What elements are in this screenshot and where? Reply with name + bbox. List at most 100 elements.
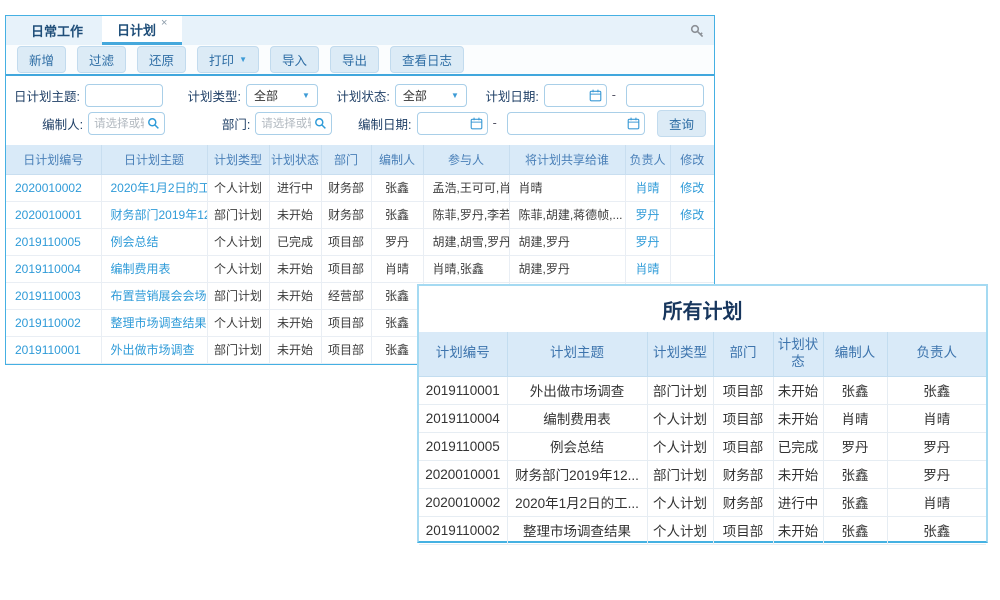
plan-subject-link[interactable]: 整理市场调查结果 (101, 309, 207, 336)
filter-button[interactable]: 过滤 (77, 46, 126, 73)
plan-status-select[interactable]: 全部 ▼ (395, 84, 467, 107)
plan-type-cell: 部门计划 (207, 336, 269, 363)
export-button[interactable]: 导出 (330, 46, 379, 73)
subject-cell: 例会总结 (507, 432, 647, 460)
col-header-subject[interactable]: 日计划主题 (101, 145, 207, 174)
plan-type-cell: 部门计划 (207, 201, 269, 228)
modify-link[interactable]: 修改 (670, 174, 714, 201)
subject-cell: 编制费用表 (507, 404, 647, 432)
status-cell: 未开始 (773, 460, 823, 488)
view-log-button[interactable]: 查看日志 (390, 46, 464, 73)
subject-cell: 2020年1月2日的工... (507, 488, 647, 516)
dept-cell: 项目部 (713, 516, 773, 544)
plan-subject-link[interactable]: 财务部门2019年12月的... (101, 201, 207, 228)
share-with-cell: 胡建,罗丹 (509, 255, 625, 282)
col-header-creator[interactable]: 编制人 (371, 145, 423, 174)
dept-cell: 经营部 (321, 282, 371, 309)
type-cell: 个人计划 (647, 432, 713, 460)
plan-status-label: 计划状态: (334, 86, 390, 105)
close-icon[interactable]: × (161, 17, 167, 29)
owner-link[interactable]: 肖晴 (625, 255, 670, 282)
col-header-subject: 计划主题 (507, 332, 647, 376)
col-header-type[interactable]: 计划类型 (207, 145, 269, 174)
col-header-dept[interactable]: 部门 (321, 145, 371, 174)
plan-id-link[interactable]: 2020010002 (6, 174, 101, 201)
calendar-icon (627, 117, 640, 130)
subject-cell: 整理市场调查结果 (507, 516, 647, 544)
page-title: 所有计划 (419, 286, 986, 332)
dept-cell: 财务部 (321, 174, 371, 201)
dept-cell: 项目部 (321, 309, 371, 336)
owner-link[interactable]: 罗丹 (625, 228, 670, 255)
range-separator: - (493, 116, 497, 130)
search-icon[interactable] (147, 117, 160, 130)
col-header-type: 计划类型 (647, 332, 713, 376)
owner-cell: 罗丹 (887, 460, 986, 488)
participants-cell: 胡建,胡雪,罗丹,任晓... (423, 228, 509, 255)
modify-cell (670, 255, 714, 282)
subject-cell: 外出做市场调查 (507, 376, 647, 404)
table-row: 2020010001 财务部门2019年12月的... 部门计划 未开始 财务部… (6, 201, 714, 228)
plan-id-link[interactable]: 2019110004 (6, 255, 101, 282)
import-button[interactable]: 导入 (270, 46, 319, 73)
dept-cell: 项目部 (321, 228, 371, 255)
calendar-icon (470, 117, 483, 130)
print-button[interactable]: 打印 ▼ (197, 46, 259, 73)
col-header-plan-id[interactable]: 日计划编号 (6, 145, 101, 174)
tab-daily-plan[interactable]: 日计划 × (102, 16, 182, 45)
share-with-cell: 胡建,罗丹 (509, 228, 625, 255)
creator-cell: 张鑫 (823, 376, 887, 404)
owner-link[interactable]: 肖晴 (625, 174, 670, 201)
add-button[interactable]: 新增 (17, 46, 66, 73)
key-icon[interactable] (689, 23, 705, 39)
participants-cell: 陈菲,罗丹,李若若,罗... (423, 201, 509, 228)
plan-id-cell: 2019110001 (419, 376, 507, 404)
plan-id-cell: 2020010001 (419, 460, 507, 488)
plan-type-label: 计划类型: (185, 86, 241, 105)
col-header-creator: 编制人 (823, 332, 887, 376)
col-header-modify[interactable]: 修改 (670, 145, 714, 174)
owner-link[interactable]: 罗丹 (625, 201, 670, 228)
plan-id-link[interactable]: 2019110005 (6, 228, 101, 255)
col-header-owner[interactable]: 负责人 (625, 145, 670, 174)
type-cell: 部门计划 (647, 376, 713, 404)
dept-cell: 财务部 (713, 488, 773, 516)
table-header-row: 日计划编号 日计划主题 计划类型 计划状态 部门 编制人 参与人 将计划共享给谁… (6, 145, 714, 174)
tab-daily-work[interactable]: 日常工作 (16, 16, 98, 45)
subject-input[interactable] (85, 84, 163, 107)
owner-cell: 肖晴 (887, 404, 986, 432)
plan-status-cell: 未开始 (269, 201, 321, 228)
plan-subject-link[interactable]: 编制费用表 (101, 255, 207, 282)
modify-link[interactable]: 修改 (670, 201, 714, 228)
dept-cell: 财务部 (713, 460, 773, 488)
col-header-owner: 负责人 (887, 332, 986, 376)
dept-cell: 项目部 (713, 432, 773, 460)
creator-cell: 张鑫 (371, 174, 423, 201)
plan-id-link[interactable]: 2019110003 (6, 282, 101, 309)
plan-type-cell: 个人计划 (207, 228, 269, 255)
plan-date-label: 计划日期: (483, 86, 539, 105)
owner-cell: 张鑫 (887, 516, 986, 544)
query-button[interactable]: 查询 (657, 110, 706, 137)
plan-id-link[interactable]: 2020010001 (6, 201, 101, 228)
col-header-share-with[interactable]: 将计划共享给谁 (509, 145, 625, 174)
creator-cell: 肖晴 (371, 255, 423, 282)
plan-date-to-input[interactable] (626, 84, 704, 107)
table-row: 2019110005 例会总结 个人计划 已完成 项目部 罗丹 胡建,胡雪,罗丹… (6, 228, 714, 255)
col-header-status[interactable]: 计划状态 (269, 145, 321, 174)
creator-cell: 张鑫 (371, 336, 423, 363)
plan-subject-link[interactable]: 布置营销展会会场 (101, 282, 207, 309)
plan-subject-link[interactable]: 外出做市场调查 (101, 336, 207, 363)
search-icon[interactable] (314, 117, 327, 130)
create-date-to-input[interactable] (507, 112, 645, 135)
type-cell: 个人计划 (647, 516, 713, 544)
restore-button[interactable]: 还原 (137, 46, 186, 73)
plan-type-cell: 个人计划 (207, 309, 269, 336)
plan-type-cell: 个人计划 (207, 255, 269, 282)
plan-subject-link[interactable]: 2020年1月2日的工作日... (101, 174, 207, 201)
plan-subject-link[interactable]: 例会总结 (101, 228, 207, 255)
plan-type-select[interactable]: 全部 ▼ (246, 84, 318, 107)
plan-id-link[interactable]: 2019110002 (6, 309, 101, 336)
plan-id-link[interactable]: 2019110001 (6, 336, 101, 363)
col-header-participants[interactable]: 参与人 (423, 145, 509, 174)
